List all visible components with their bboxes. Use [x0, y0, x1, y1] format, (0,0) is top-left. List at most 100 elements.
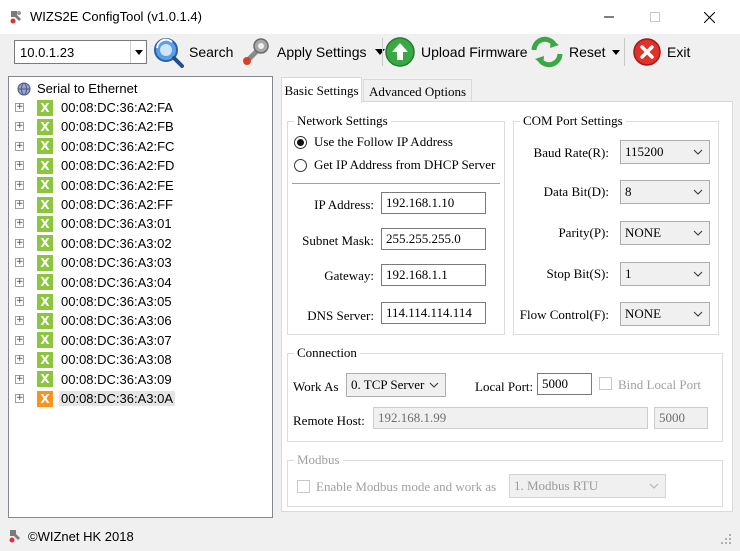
enable-modbus-checkbox[interactable]	[297, 480, 310, 493]
expand-icon[interactable]: +	[15, 161, 24, 171]
reset-button[interactable]: Reset	[530, 34, 620, 70]
device-tree-item[interactable]: + X 00:08:DC:36:A2:FA	[9, 98, 269, 117]
tab-basic-settings[interactable]: Basic Settings	[281, 77, 362, 103]
device-tree-item[interactable]: + X 00:08:DC:36:A3:03	[9, 253, 269, 272]
gateway-input[interactable]: 192.168.1.1	[381, 264, 486, 286]
device-mac-label: 00:08:DC:36:A2:FF	[61, 197, 173, 212]
stop-bit-label: Stop Bit(S):	[546, 266, 610, 281]
upload-arrow-icon	[385, 37, 415, 67]
device-tree-item[interactable]: + X 00:08:DC:36:A3:05	[9, 292, 269, 311]
remote-host-input[interactable]: 192.168.1.99	[373, 407, 648, 429]
device-tree-item[interactable]: + X 00:08:DC:36:A2:FD	[9, 156, 269, 175]
exit-button[interactable]: Exit	[632, 34, 690, 70]
chevron-down-icon	[693, 149, 703, 155]
device-tree-item[interactable]: + X 00:08:DC:36:A2:FF	[9, 195, 269, 214]
wrench-icon	[243, 38, 269, 65]
modbus-title: Modbus	[294, 452, 343, 468]
apply-settings-button[interactable]: Apply Settings	[240, 34, 385, 70]
device-tree-item[interactable]: + X 00:08:DC:36:A3:09	[9, 370, 269, 389]
device-tree-item[interactable]: + X 00:08:DC:36:A3:07	[9, 331, 269, 350]
chevron-down-icon	[693, 230, 703, 236]
subnet-mask-input[interactable]: 255.255.255.0	[381, 228, 486, 250]
device-icon: X	[37, 332, 53, 349]
parity-select[interactable]: NONE	[620, 221, 710, 245]
stop-bit-select[interactable]: 1	[620, 262, 710, 286]
device-tree-item[interactable]: + X 00:08:DC:36:A3:04	[9, 273, 269, 292]
data-bit-value: 8	[625, 184, 632, 199]
flow-control-select[interactable]: NONE	[620, 302, 710, 326]
tree-root[interactable]: Serial to Ethernet	[9, 79, 269, 98]
expand-icon[interactable]: +	[15, 297, 24, 306]
maximize-button	[632, 0, 678, 34]
device-mac-label: 00:08:DC:36:A3:06	[61, 313, 172, 329]
expand-icon[interactable]: +	[15, 180, 24, 190]
expand-icon[interactable]: +	[15, 103, 24, 112]
minimize-button[interactable]	[586, 0, 632, 34]
expand-icon[interactable]: +	[15, 200, 24, 209]
device-tree-item[interactable]: + X 00:08:DC:36:A2:FC	[9, 137, 269, 156]
upload-firmware-button[interactable]: Upload Firmware	[384, 34, 528, 70]
expand-icon[interactable]: +	[15, 355, 24, 365]
device-icon: X	[37, 157, 53, 174]
dns-server-input[interactable]: 114.114.114.114	[381, 302, 486, 324]
ip-combo[interactable]: 10.0.1.23	[14, 40, 147, 64]
radio-static-ip-circle[interactable]	[294, 135, 307, 149]
modbus-mode-select[interactable]: 1. Modbus RTU	[509, 474, 666, 498]
chevron-down-icon	[693, 189, 703, 195]
work-as-value: 0. TCP Server	[351, 377, 425, 392]
search-button[interactable]: Search	[152, 34, 233, 70]
expand-icon[interactable]: +	[15, 277, 24, 287]
device-tree-item[interactable]: + X 00:08:DC:36:A3:01	[9, 214, 269, 233]
dropdown-arrow-icon[interactable]	[374, 49, 385, 55]
close-button[interactable]	[686, 0, 732, 34]
window-title: WIZS2E ConfigTool (v1.0.1.4)	[30, 9, 202, 24]
bind-local-port-checkbox[interactable]	[599, 377, 612, 390]
bind-local-port-label: Bind Local Port	[618, 377, 702, 392]
local-port-label: Local Port:	[475, 379, 534, 394]
device-tree-item[interactable]: + X 00:08:DC:36:A3:0A	[9, 389, 269, 408]
dropdown-arrow-icon[interactable]	[611, 49, 620, 55]
app-icon	[9, 530, 20, 543]
expand-icon[interactable]: +	[15, 374, 24, 384]
tab-advanced-options[interactable]: Advanced Options	[363, 79, 472, 103]
expand-icon[interactable]: +	[15, 335, 24, 345]
expand-icon[interactable]: +	[15, 122, 24, 132]
radio-dhcp-label: Get IP Address from DHCP Server	[314, 157, 496, 172]
maximize-icon	[650, 12, 660, 22]
local-port-input[interactable]: 5000	[537, 373, 592, 395]
expand-icon[interactable]: +	[15, 238, 24, 248]
radio-dhcp[interactable]: Get IP Address from DHCP Server	[294, 157, 495, 173]
ip-address-input[interactable]: 192.168.1.10	[381, 192, 486, 214]
combo-arrow-icon[interactable]	[130, 41, 146, 63]
ip-combo-value: 10.0.1.23	[20, 45, 75, 60]
network-settings-group: Network Settings Use the Follow IP Addre…	[287, 113, 505, 335]
device-icon: X	[37, 390, 53, 407]
device-tree-item[interactable]: + X 00:08:DC:36:A3:06	[9, 311, 269, 330]
baud-rate-select[interactable]: 115200	[620, 140, 710, 164]
device-tree[interactable]: Serial to Ethernet + X 00:08:DC:36:A2:FA + X…	[8, 76, 273, 518]
expand-icon[interactable]: +	[15, 141, 24, 151]
device-mac-label: 00:08:DC:36:A2:FE	[61, 177, 174, 193]
device-mac-label: 00:08:DC:36:A3:09	[61, 371, 172, 387]
device-tree-item[interactable]: + X 00:08:DC:36:A3:08	[9, 350, 269, 369]
data-bit-select[interactable]: 8	[620, 180, 710, 204]
expand-icon[interactable]: +	[15, 219, 24, 229]
expand-icon[interactable]: +	[15, 316, 24, 326]
remote-port-input[interactable]: 5000	[654, 407, 708, 429]
stop-bit-value: 1	[625, 266, 632, 281]
radio-dhcp-circle[interactable]	[294, 158, 307, 172]
device-mac-label: 00:08:DC:36:A2:FD	[61, 158, 175, 174]
baud-rate-label: Baud Rate(R):	[533, 145, 609, 160]
device-tree-item[interactable]: + X 00:08:DC:36:A2:FE	[9, 176, 269, 195]
resize-grip-icon[interactable]	[720, 533, 732, 545]
radio-static-ip[interactable]: Use the Follow IP Address	[294, 134, 453, 150]
parity-value: NONE	[625, 225, 662, 240]
expand-icon[interactable]: +	[15, 394, 24, 403]
tree-root-label: Serial to Ethernet	[37, 81, 138, 96]
work-as-label: Work As	[293, 379, 339, 394]
app-icon	[10, 11, 21, 24]
device-tree-item[interactable]: + X 00:08:DC:36:A3:02	[9, 234, 269, 253]
work-as-select[interactable]: 0. TCP Server	[346, 373, 446, 397]
expand-icon[interactable]: +	[15, 258, 24, 268]
device-tree-item[interactable]: + X 00:08:DC:36:A2:FB	[9, 117, 269, 136]
